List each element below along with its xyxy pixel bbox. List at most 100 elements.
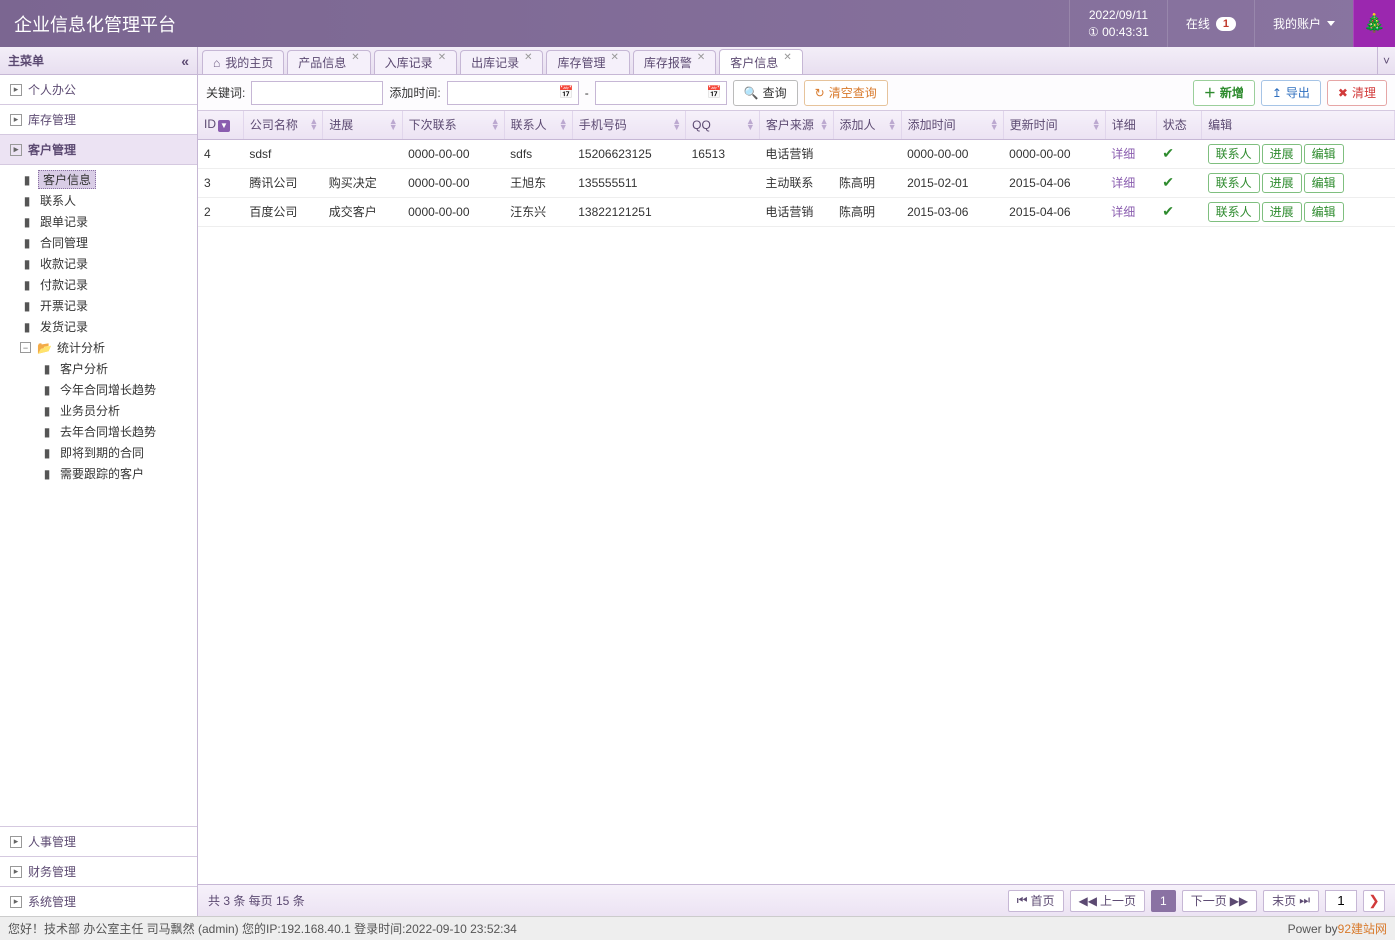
detail-link[interactable]: 详细 (1111, 176, 1135, 190)
header-tree-button[interactable]: 🎄 (1353, 0, 1395, 47)
tree-node-客户信息[interactable]: ▮客户信息 (0, 169, 197, 190)
detail-link[interactable]: 详细 (1111, 147, 1135, 161)
status-check-icon[interactable]: ✔ (1162, 203, 1174, 219)
row-contact-button[interactable]: 联系人 (1208, 173, 1260, 193)
row-edit-button[interactable]: 编辑 (1304, 144, 1344, 164)
table-row: 4sdsf0000-00-00sdfs1520662312516513电话营销0… (198, 139, 1395, 168)
add-button[interactable]: ＋新增 (1193, 80, 1255, 106)
tree-node-即将到期的合同[interactable]: ▮即将到期的合同 (0, 442, 197, 463)
status-check-icon[interactable]: ✔ (1162, 174, 1174, 190)
row-contact-button[interactable]: 联系人 (1208, 202, 1260, 222)
tree-node-label: 合同管理 (38, 234, 90, 251)
pager-go-button[interactable]: ❯ (1363, 890, 1385, 912)
tree-node-label: 今年合同增长趋势 (58, 381, 158, 398)
pager-first-button[interactable]: ⏮首页 (1008, 890, 1064, 912)
sort-icon: ▲▼ (820, 118, 829, 130)
search-button[interactable]: 🔍查询 (733, 80, 798, 106)
tab-我的主页[interactable]: ⌂我的主页 (202, 50, 284, 74)
tree-node-label: 开票记录 (38, 297, 90, 314)
close-icon[interactable]: ✕ (697, 52, 705, 63)
pager-last-button[interactable]: 末页⏭ (1263, 890, 1319, 912)
tree-node-联系人[interactable]: ▮联系人 (0, 190, 197, 211)
collapse-sidebar-icon[interactable]: « (181, 53, 189, 69)
column-header[interactable]: QQ▲▼ (686, 111, 760, 139)
close-icon[interactable]: ✕ (438, 52, 446, 63)
column-header[interactable]: 编辑 (1202, 111, 1395, 139)
column-header[interactable]: 状态 (1156, 111, 1201, 139)
column-header[interactable]: ID▼ (198, 111, 243, 139)
close-icon[interactable]: ✕ (351, 52, 359, 63)
tree-node-跟单记录[interactable]: ▮跟单记录 (0, 211, 197, 232)
export-button[interactable]: ↥导出 (1261, 80, 1321, 106)
row-edit-button[interactable]: 编辑 (1304, 173, 1344, 193)
data-grid: ID▼公司名称▲▼进展▲▼下次联系▲▼联系人▲▼手机号码▲▼QQ▲▼客户来源▲▼… (198, 111, 1395, 884)
table-cell (323, 139, 402, 168)
tree-node-去年合同增长趋势[interactable]: ▮去年合同增长趋势 (0, 421, 197, 442)
column-header[interactable]: 添加人▲▼ (833, 111, 901, 139)
pager-prev-button[interactable]: ◀◀上一页 (1070, 890, 1145, 912)
tree-node-发货记录[interactable]: ▮发货记录 (0, 316, 197, 337)
close-icon[interactable]: ✕ (611, 52, 619, 63)
column-header[interactable]: 客户来源▲▼ (759, 111, 833, 139)
row-progress-button[interactable]: 进展 (1262, 202, 1302, 222)
tree-node-收款记录[interactable]: ▮收款记录 (0, 253, 197, 274)
status-check-icon[interactable]: ✔ (1162, 145, 1174, 161)
tab-库存管理[interactable]: 库存管理✕ (546, 50, 629, 74)
column-header[interactable]: 添加时间▲▼ (901, 111, 1003, 139)
table-row: 3腾讯公司购买决定0000-00-00王旭东135555511主动联系陈高明20… (198, 168, 1395, 197)
sidebar-panel-customer[interactable]: ▸客户管理 (0, 135, 197, 165)
sidebar-panel-personal[interactable]: ▸个人办公 (0, 75, 197, 105)
tab-客户信息[interactable]: 客户信息 ✕ (719, 49, 802, 74)
tab-入库记录[interactable]: 入库记录✕ (374, 50, 457, 74)
sidebar-panel-system[interactable]: ▸系统管理 (0, 886, 197, 916)
refresh-icon: ↻ (815, 86, 825, 100)
tab-库存报警[interactable]: 库存报警✕ (633, 50, 716, 74)
pager-goto-input[interactable] (1325, 890, 1357, 912)
clear-search-button[interactable]: ↻清空查询 (804, 80, 888, 106)
tree-node-label: 统计分析 (55, 339, 107, 356)
tree-node-合同管理[interactable]: ▮合同管理 (0, 232, 197, 253)
sidebar-panel-hr[interactable]: ▸人事管理 (0, 826, 197, 856)
tab-label: 出库记录 (471, 54, 519, 71)
pager-next-button[interactable]: 下一页▶▶ (1182, 890, 1257, 912)
calendar-icon[interactable]: 📅 (559, 85, 574, 99)
row-progress-button[interactable]: 进展 (1262, 173, 1302, 193)
column-header[interactable]: 联系人▲▼ (504, 111, 572, 139)
header-online[interactable]: 在线 1 (1167, 0, 1254, 47)
column-header[interactable]: 下次联系▲▼ (402, 111, 504, 139)
clean-button[interactable]: ✖清理 (1327, 80, 1387, 106)
row-progress-button[interactable]: 进展 (1262, 144, 1302, 164)
column-header[interactable]: 进展▲▼ (323, 111, 402, 139)
tabs-overflow-button[interactable]: ˅ (1377, 47, 1395, 74)
tree-node-今年合同增长趋势[interactable]: ▮今年合同增长趋势 (0, 379, 197, 400)
tree-node-客户分析[interactable]: ▮客户分析 (0, 358, 197, 379)
column-header[interactable]: 手机号码▲▼ (572, 111, 685, 139)
file-icon: ▮ (20, 320, 34, 334)
tab-出库记录[interactable]: 出库记录 ✕ (460, 50, 543, 74)
main-area: ⌂我的主页产品信息✕入库记录✕出库记录✕库存管理✕库存报警✕客户信息✕˅ 关键词… (198, 47, 1395, 916)
sidebar-panel-inventory[interactable]: ▸库存管理 (0, 105, 197, 135)
close-icon[interactable]: ✕ (524, 52, 532, 63)
pager-current-page[interactable]: 1 (1151, 890, 1176, 912)
calendar-icon[interactable]: 📅 (707, 85, 722, 99)
column-header[interactable]: 公司名称▲▼ (243, 111, 322, 139)
sidebar-panel-finance[interactable]: ▸财务管理 (0, 856, 197, 886)
tree-node-统计分析[interactable]: −📂统计分析 (0, 337, 197, 358)
power-by-link[interactable]: 92建站网 (1338, 920, 1387, 937)
tree-node-业务员分析[interactable]: ▮业务员分析 (0, 400, 197, 421)
account-menu[interactable]: 我的账户 (1254, 0, 1353, 47)
tree-node-开票记录[interactable]: ▮开票记录 (0, 295, 197, 316)
tree-node-付款记录[interactable]: ▮付款记录 (0, 274, 197, 295)
collapse-icon[interactable]: − (20, 342, 31, 353)
tab-产品信息[interactable]: 产品信息✕ (287, 50, 370, 74)
keyword-input[interactable] (251, 81, 383, 105)
column-header[interactable]: 详细 (1105, 111, 1156, 139)
tab-label: 客户信息 (730, 54, 778, 71)
row-edit-button[interactable]: 编辑 (1304, 202, 1344, 222)
tree-node-需要跟踪的客户[interactable]: ▮需要跟踪的客户 (0, 463, 197, 484)
file-icon: ▮ (40, 404, 54, 418)
detail-link[interactable]: 详细 (1111, 205, 1135, 219)
row-contact-button[interactable]: 联系人 (1208, 144, 1260, 164)
column-header[interactable]: 更新时间▲▼ (1003, 111, 1105, 139)
close-icon[interactable]: ✕ (783, 52, 791, 63)
